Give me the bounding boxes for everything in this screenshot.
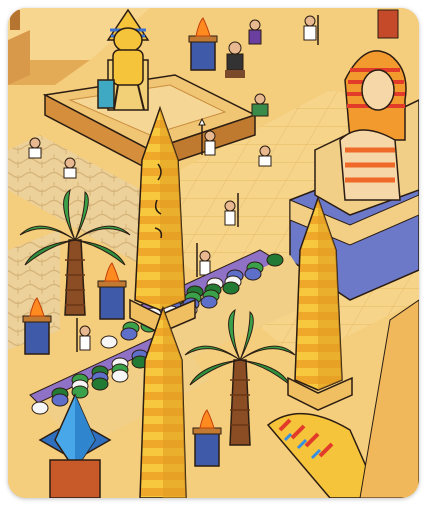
pharaoh-headdress-icon bbox=[344, 50, 407, 141]
shrub bbox=[200, 295, 218, 309]
shrub bbox=[51, 393, 69, 407]
game-viewport[interactable] bbox=[8, 8, 419, 498]
shrub bbox=[91, 377, 109, 391]
shrub bbox=[31, 401, 49, 415]
shrub bbox=[244, 267, 262, 281]
shrub bbox=[100, 335, 118, 349]
banner bbox=[377, 9, 399, 39]
shrub bbox=[120, 327, 138, 341]
shrub bbox=[222, 281, 240, 295]
shrub bbox=[111, 369, 129, 383]
shrub bbox=[266, 253, 284, 267]
city-scene[interactable] bbox=[8, 8, 419, 498]
